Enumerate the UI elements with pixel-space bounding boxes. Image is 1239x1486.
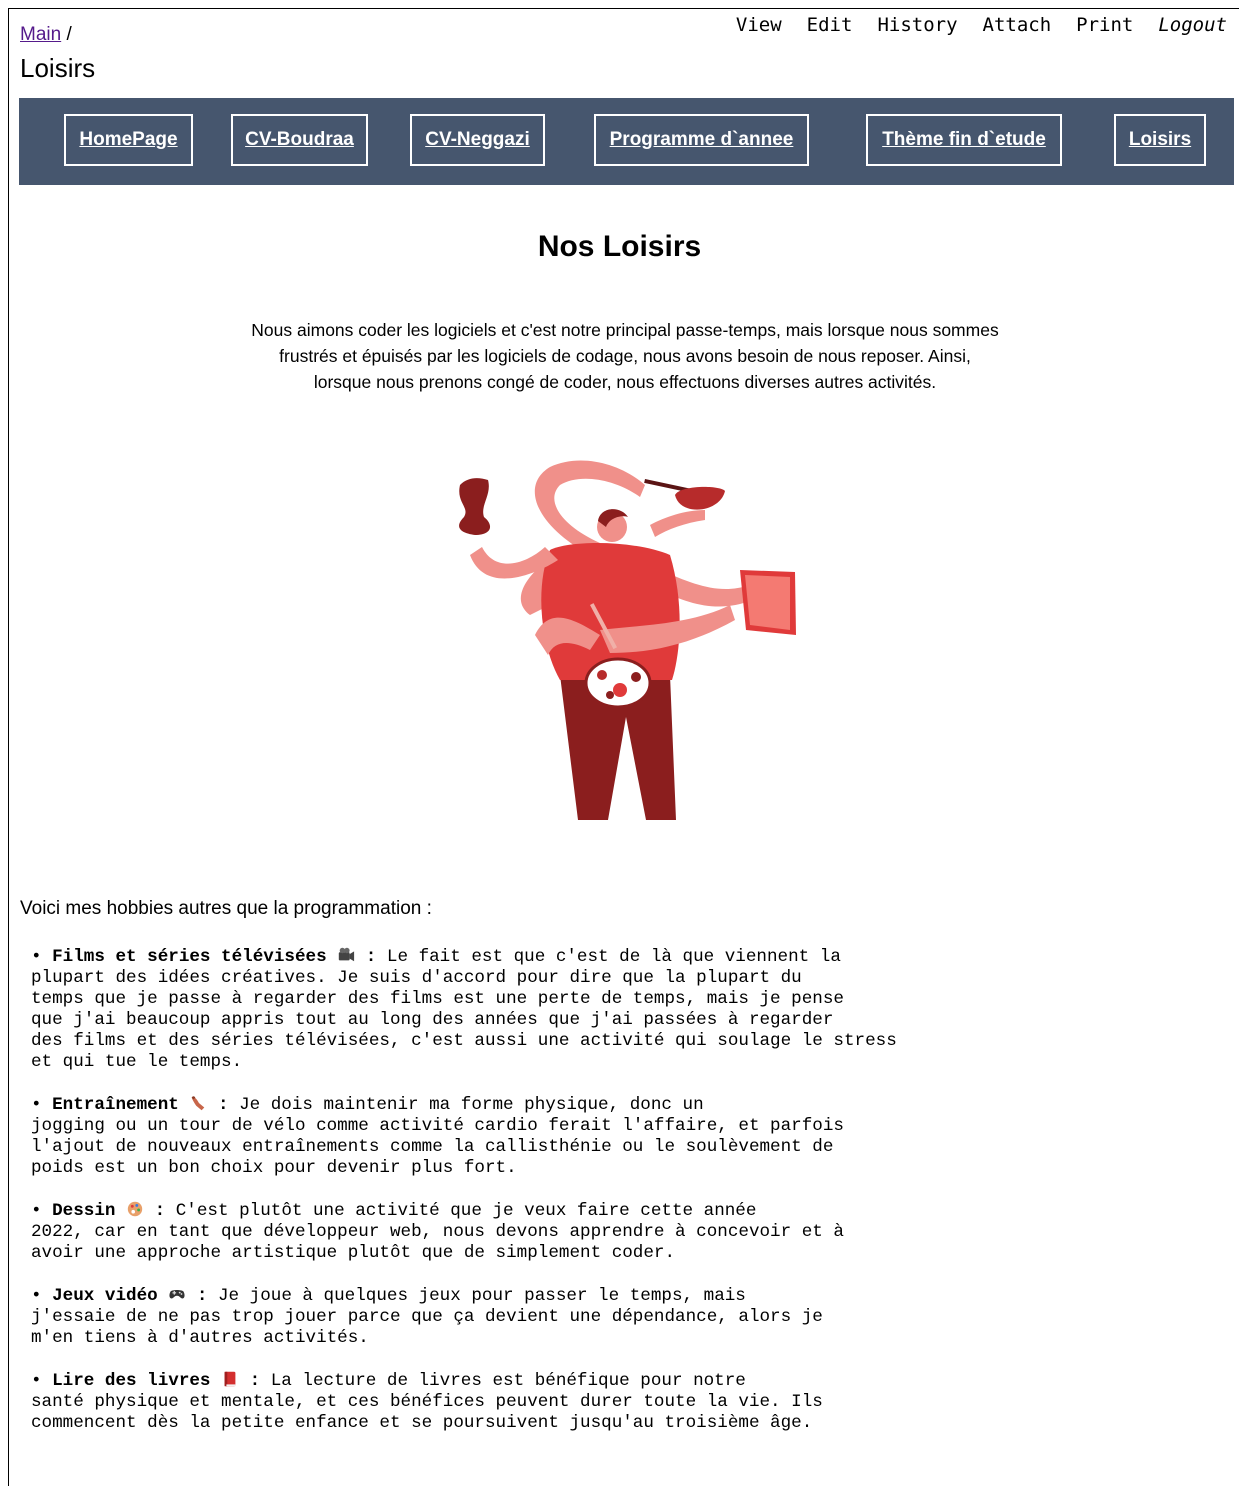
view-link[interactable]: View (736, 14, 782, 36)
list-item: • Entraînement : Je dois maintenir ma fo… (31, 1095, 844, 1178)
list-item: • Films et séries télévisées : Le fait e… (31, 947, 897, 1072)
red-book-icon (224, 1371, 236, 1387)
menu-bar: HomePage CV-Boudraa CV-Neggazi Programme… (19, 98, 1234, 185)
menu-item-loisirs[interactable]: Loisirs (1114, 114, 1206, 166)
hobby-title: Lire des livres (52, 1371, 211, 1391)
edit-link[interactable]: Edit (807, 14, 853, 36)
menu-item-homepage[interactable]: HomePage (64, 114, 193, 166)
print-link[interactable]: Print (1076, 14, 1133, 36)
hobby-title: Films et séries télévisées (52, 947, 327, 967)
breadcrumb-separator: / (61, 24, 72, 45)
list-item: • Jeux vidéo : Je joue à quelques jeux p… (31, 1286, 823, 1348)
intro-line: Nous aimons coder les logiciels et c'est… (251, 320, 999, 340)
intro-line: frustrés et épuisés par les logiciels de… (279, 346, 971, 366)
menu-item-programme[interactable]: Programme d`annee (594, 114, 809, 166)
hobbies-intro: Voici mes hobbies autres que la programm… (20, 898, 432, 919)
breadcrumb-main-link[interactable]: Main (20, 24, 61, 45)
intro-line: lorsque nous prenons congé de coder, nou… (313, 372, 937, 392)
top-actions: View Edit History Attach Print Logout (736, 14, 1227, 36)
intro-paragraph: Nous aimons coder les logiciels et c'est… (190, 317, 1060, 395)
menu-item-cv-neggazi[interactable]: CV-Neggazi (410, 114, 545, 166)
list-item: • Lire des livres : La lecture de livres… (31, 1371, 823, 1433)
section-heading: Nos Loisirs (537, 230, 702, 263)
hobby-description: C'est plutôt une activité que je veux fa… (31, 1201, 844, 1263)
history-link[interactable]: History (877, 14, 957, 36)
gamepad-icon (169, 1289, 185, 1299)
list-item: • Dessin : C'est plutôt une activité que… (31, 1201, 844, 1263)
breadcrumb: Main / (20, 24, 72, 46)
hobbies-illustration (459, 460, 796, 820)
hobby-title: Dessin (52, 1201, 116, 1221)
page-title: Loisirs (20, 53, 96, 83)
flexed-arm-icon (192, 1096, 205, 1111)
logout-link[interactable]: Logout (1158, 14, 1227, 36)
hobbies-list: • Films et séries télévisées : Le fait e… (31, 946, 1011, 1455)
hobby-title: Entraînement (52, 1095, 179, 1115)
attach-link[interactable]: Attach (983, 14, 1052, 36)
menu-item-theme[interactable]: Thème fin d`etude (866, 114, 1062, 166)
palette-icon (127, 1201, 143, 1217)
movie-camera-icon (339, 947, 355, 962)
hobby-title: Jeux vidéo (52, 1286, 158, 1306)
menu-item-cv-boudraa[interactable]: CV-Boudraa (231, 114, 368, 166)
